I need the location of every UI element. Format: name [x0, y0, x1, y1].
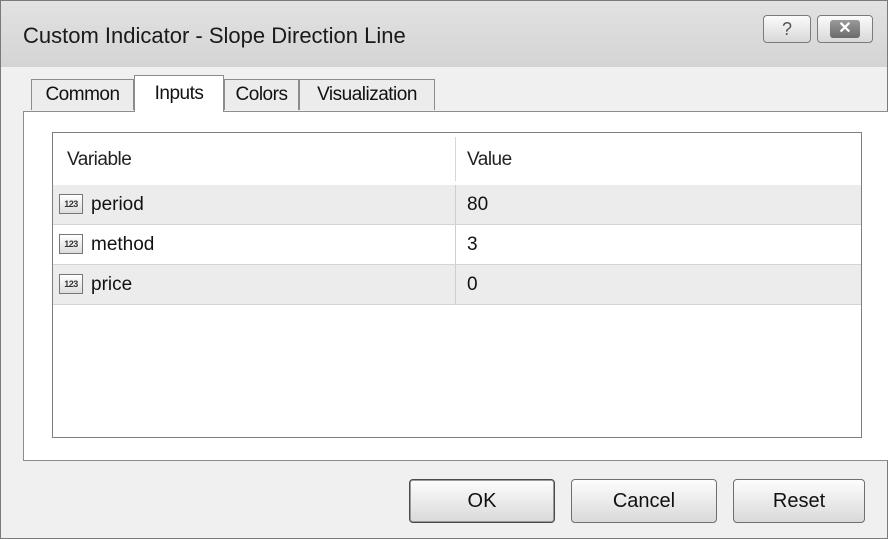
- numeric-123-icon: 123: [59, 194, 83, 214]
- cell-divider: [455, 225, 456, 264]
- cancel-button[interactable]: Cancel: [571, 479, 717, 523]
- help-button[interactable]: ?: [763, 15, 811, 43]
- variable-value[interactable]: 3: [467, 234, 478, 256]
- table-row[interactable]: 123 price 0: [53, 265, 861, 305]
- dialog-window: Custom Indicator - Slope Direction Line …: [0, 0, 888, 539]
- variable-name: method: [91, 234, 155, 255]
- variable-name: period: [91, 194, 144, 215]
- help-icon: ?: [781, 18, 792, 39]
- table-row[interactable]: 123 period 80: [53, 185, 861, 225]
- column-divider[interactable]: [455, 137, 456, 181]
- inputs-grid: Variable Value 123 period 80 123 method …: [52, 132, 862, 438]
- title-bar: Custom Indicator - Slope Direction Line …: [1, 1, 887, 67]
- numeric-123-icon: 123: [59, 234, 83, 254]
- window-title: Custom Indicator - Slope Direction Line: [23, 23, 406, 48]
- variable-value[interactable]: 0: [467, 274, 478, 296]
- numeric-123-icon: 123: [59, 274, 83, 294]
- variable-name: price: [91, 274, 133, 295]
- tab-common[interactable]: Common: [31, 79, 134, 110]
- cell-divider: [455, 265, 456, 304]
- tab-inputs[interactable]: Inputs: [134, 75, 224, 112]
- tab-visualization[interactable]: Visualization: [299, 79, 435, 110]
- column-header-value[interactable]: Value: [467, 149, 512, 171]
- tab-colors[interactable]: Colors: [224, 79, 299, 110]
- inputs-tab-panel: Variable Value 123 period 80 123 method …: [23, 111, 888, 461]
- table-row[interactable]: 123 method 3: [53, 225, 861, 265]
- variable-value[interactable]: 80: [467, 194, 488, 216]
- close-button[interactable]: ✕: [817, 15, 873, 43]
- close-icon: ✕: [830, 20, 860, 38]
- cell-divider: [455, 185, 456, 224]
- reset-button[interactable]: Reset: [733, 479, 865, 523]
- grid-header: Variable Value: [53, 133, 861, 186]
- ok-button[interactable]: OK: [409, 479, 555, 523]
- column-header-variable[interactable]: Variable: [67, 149, 132, 171]
